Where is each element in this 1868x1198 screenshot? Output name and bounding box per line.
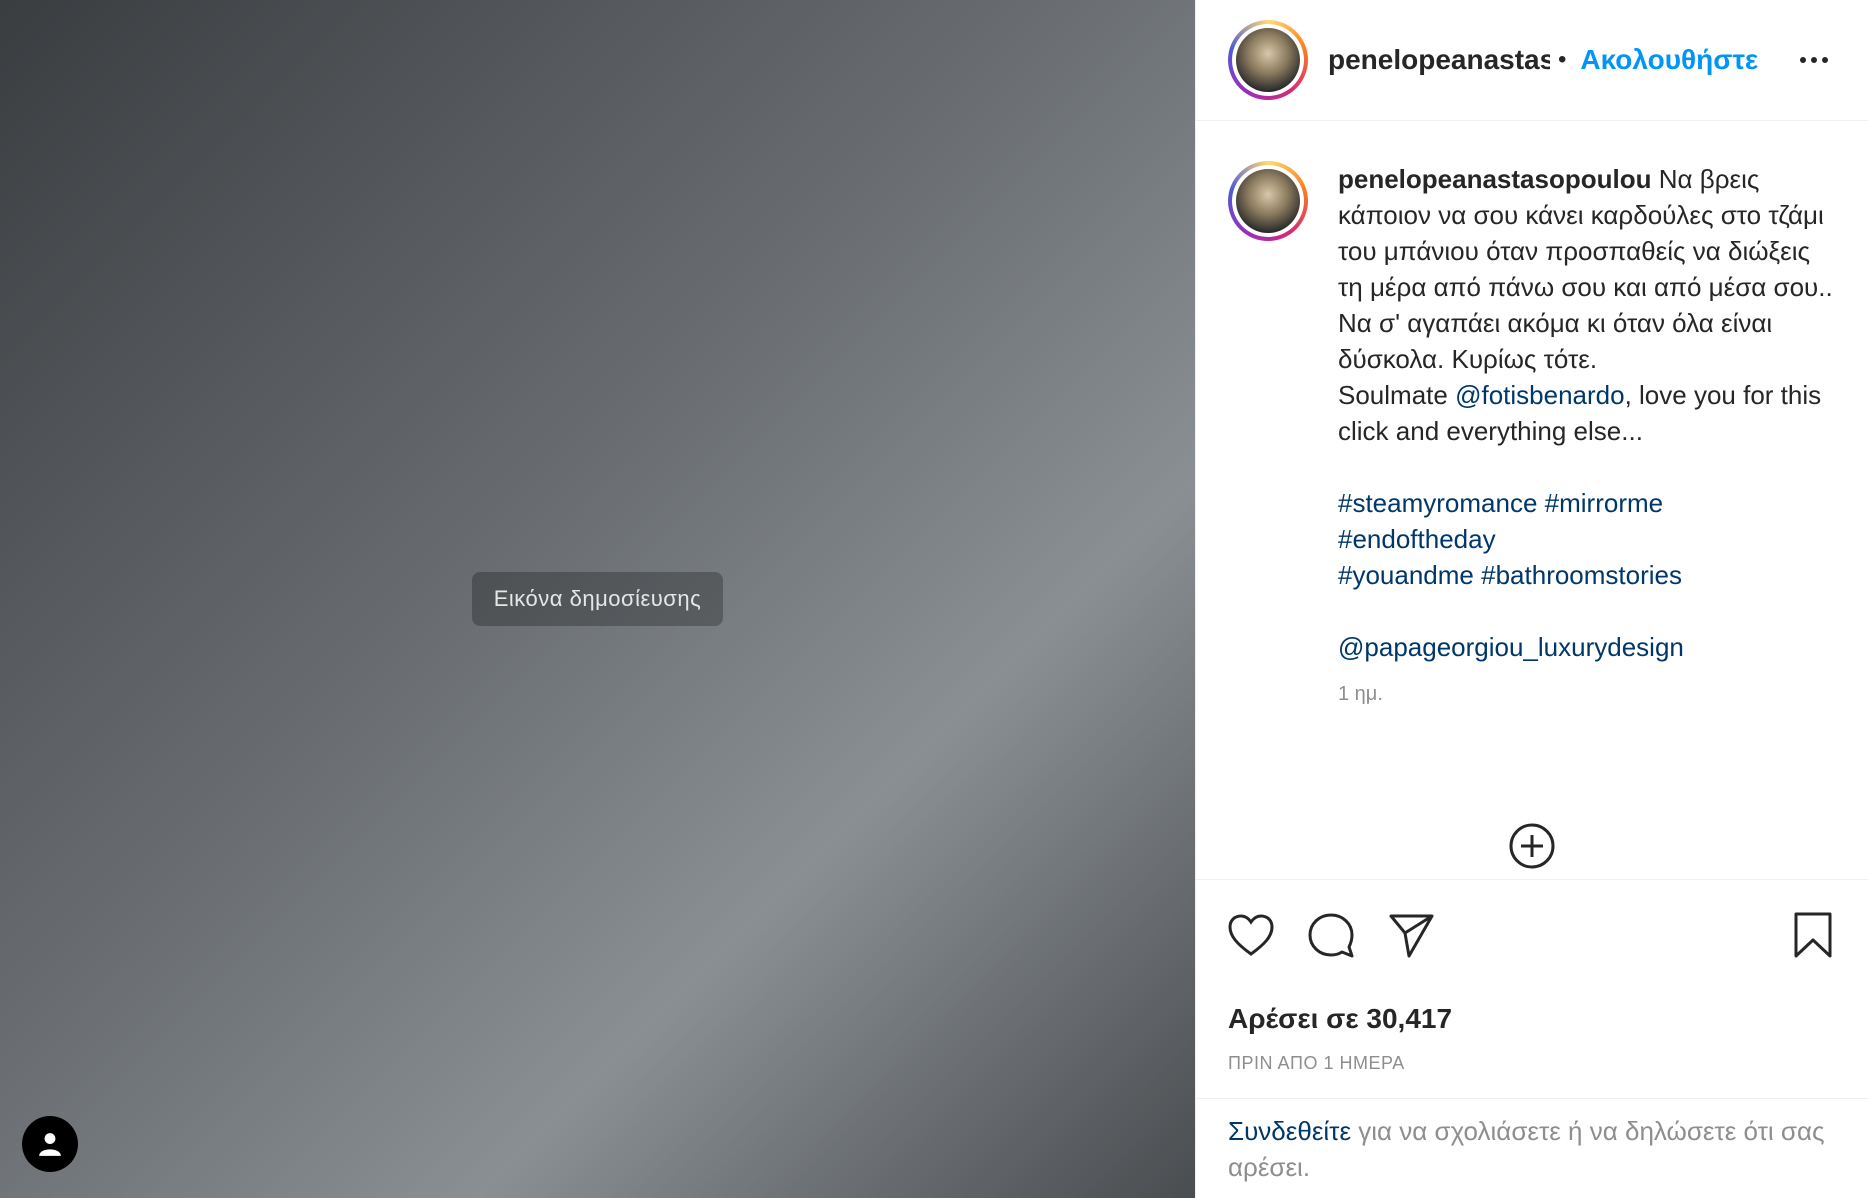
caption-avatar-image: [1236, 169, 1300, 233]
login-link[interactable]: Συνδεθείτε: [1228, 1116, 1351, 1146]
caption-username-link[interactable]: penelopeanastasopoulou: [1338, 164, 1652, 194]
bookmark-icon[interactable]: [1786, 908, 1840, 962]
load-more-comments-icon[interactable]: [1507, 821, 1557, 871]
caption-time: 1 ημ.: [1338, 683, 1383, 705]
caption-row: penelopeanastasopoulou Να βρεις κάποιον …: [1228, 161, 1836, 665]
caption-text-2: Να σ' αγαπάει ακόμα κι όταν όλα είναι δύ…: [1338, 308, 1773, 374]
actions-bar: [1196, 879, 1868, 989]
tagged-users-button[interactable]: [22, 1116, 78, 1172]
header-username-link[interactable]: penelopeanastasopoulou: [1328, 44, 1550, 76]
heart-icon[interactable]: [1224, 908, 1278, 962]
paper-plane-icon[interactable]: [1384, 908, 1438, 962]
mention-link[interactable]: @papageorgiou_luxurydesign: [1338, 632, 1684, 662]
follow-button[interactable]: Ακολουθήστε: [1580, 44, 1758, 76]
caption-text: penelopeanastasopoulou Να βρεις κάποιον …: [1338, 161, 1836, 665]
post-side-panel: penelopeanastasopoulou • Ακολουθήστε pen…: [1195, 0, 1868, 1198]
comment-icon[interactable]: [1304, 908, 1358, 962]
person-icon: [39, 1133, 61, 1156]
post-image-placeholder[interactable]: Εικόνα δημοσίευσης: [0, 0, 1195, 1198]
hashtag-link[interactable]: #bathroomstories: [1481, 560, 1682, 590]
post-date: ΠΡΙΝ ΑΠΟ 1 ΗΜΕΡΑ: [1228, 1053, 1405, 1073]
hashtag-link[interactable]: #mirrorme: [1545, 488, 1663, 518]
separator-dot: •: [1558, 46, 1567, 73]
post-header: penelopeanastasopoulou • Ακολουθήστε: [1196, 0, 1868, 121]
caption-area: penelopeanastasopoulou Να βρεις κάποιον …: [1196, 121, 1868, 879]
image-placeholder-label: Εικόνα δημοσίευσης: [471, 572, 724, 626]
avatar[interactable]: [1228, 20, 1308, 100]
login-prompt: Συνδεθείτε για να σχολιάσετε ή να δηλώσε…: [1196, 1098, 1868, 1198]
hashtag-link[interactable]: #youandme: [1338, 560, 1474, 590]
mention-link[interactable]: @fotisbenardo: [1455, 380, 1625, 410]
caption-text-3-prefix: Soulmate: [1338, 380, 1456, 410]
likes-count[interactable]: Αρέσει σε 30,417: [1196, 989, 1868, 1035]
more-options-icon[interactable]: [1792, 49, 1836, 71]
hashtag-link[interactable]: #endoftheday: [1338, 524, 1496, 554]
caption-avatar[interactable]: [1228, 161, 1308, 241]
hashtag-link[interactable]: #steamyromance: [1338, 488, 1537, 518]
avatar-image: [1236, 28, 1300, 92]
